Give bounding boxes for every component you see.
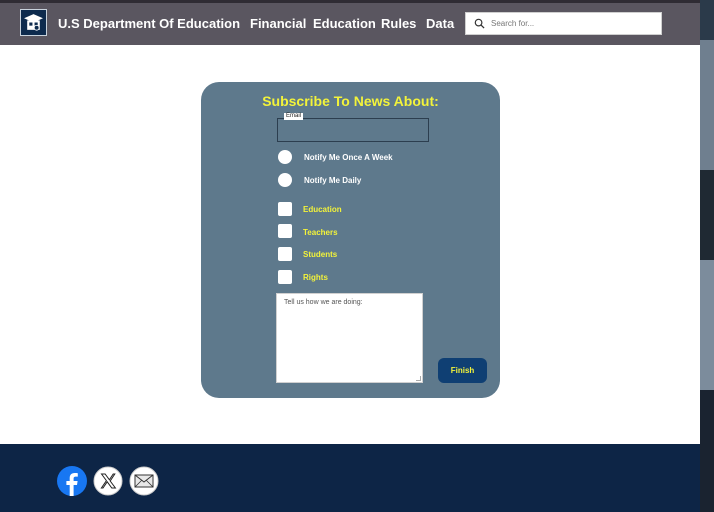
radio-daily-label: Notify Me Daily (304, 176, 362, 185)
checkbox-students-label: Students (303, 250, 338, 259)
checkbox-teachers-label: Teachers (303, 228, 338, 237)
subscribe-card: Subscribe To News About: Email Notify Me… (201, 82, 500, 398)
radio-weekly[interactable] (278, 150, 292, 164)
site-header: U.S Department Of Education Financial Ed… (0, 0, 700, 45)
nav-education[interactable]: Education (313, 16, 376, 31)
subscribe-title: Subscribe To News About: (262, 93, 439, 109)
resize-handle[interactable] (416, 376, 421, 381)
checkbox-rights-label: Rights (303, 273, 328, 282)
feedback-textarea[interactable] (277, 294, 422, 382)
checkbox-students[interactable] (278, 247, 292, 261)
checkbox-teachers[interactable] (278, 224, 292, 238)
graduation-cap-icon[interactable] (20, 9, 47, 36)
checkbox-education-label: Education (303, 205, 342, 214)
search-icon (474, 18, 485, 29)
x-twitter-icon[interactable] (93, 466, 123, 496)
finish-button[interactable]: Finish (438, 358, 487, 383)
checkbox-education[interactable] (278, 202, 292, 216)
checkbox-rights[interactable] (278, 270, 292, 284)
email-field-wrapper: Email (277, 113, 429, 142)
search-input[interactable] (491, 19, 661, 28)
site-title: U.S Department Of Education (58, 16, 241, 31)
email-field[interactable] (278, 119, 428, 141)
nav-rules[interactable]: Rules (381, 16, 416, 31)
email-label: Email (284, 113, 304, 120)
search-box[interactable] (465, 12, 662, 35)
radio-daily[interactable] (278, 173, 292, 187)
site-footer (0, 444, 700, 512)
facebook-icon[interactable] (57, 466, 87, 496)
radio-weekly-label: Notify Me Once A Week (304, 153, 393, 162)
nav-financial[interactable]: Financial (250, 16, 306, 31)
background-window-strip (700, 0, 714, 512)
mail-icon[interactable] (129, 466, 159, 496)
feedback-box (276, 293, 423, 383)
nav-data[interactable]: Data (426, 16, 454, 31)
